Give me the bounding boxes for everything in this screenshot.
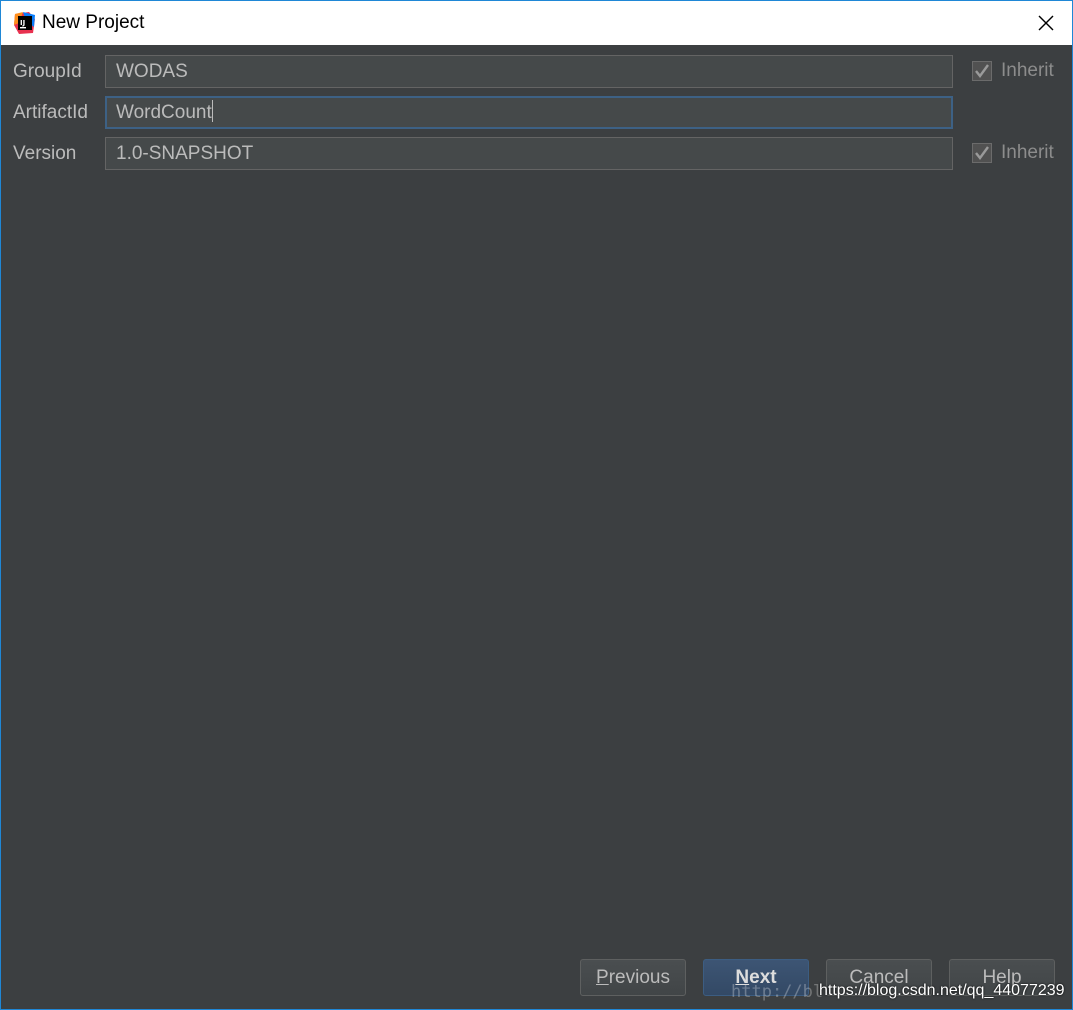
watermark-faint-text: http://bl	[731, 982, 824, 1002]
group-id-field[interactable]: WODAS	[105, 55, 953, 88]
watermark-text: https://blog.csdn.net/qq_44077239	[819, 982, 1065, 999]
previous-label: revious	[608, 967, 670, 988]
artifact-id-value: WordCount	[116, 102, 212, 123]
close-icon	[1038, 15, 1054, 31]
title-bar: IJ New Project	[1, 1, 1072, 45]
dialog-content: GroupId WODAS Inherit ArtifactId WordCou…	[1, 45, 1072, 1009]
close-button[interactable]	[1026, 3, 1066, 43]
group-id-inherit-label: Inherit	[1001, 60, 1054, 81]
svg-text:IJ: IJ	[20, 19, 25, 27]
previous-button[interactable]: Previous	[580, 959, 686, 996]
version-inherit-label: Inherit	[1001, 142, 1054, 163]
version-value: 1.0-SNAPSHOT	[116, 143, 254, 164]
checkmark-icon	[975, 64, 989, 78]
group-id-label: GroupId	[13, 61, 82, 82]
new-project-dialog: IJ New Project GroupId WODAS Inherit Art…	[0, 0, 1073, 1010]
group-id-inherit[interactable]: Inherit	[972, 59, 1054, 83]
group-id-inherit-checkbox[interactable]	[972, 61, 992, 81]
version-inherit[interactable]: Inherit	[972, 141, 1054, 165]
checkmark-icon	[975, 146, 989, 160]
version-field[interactable]: 1.0-SNAPSHOT	[105, 137, 953, 170]
window-title: New Project	[42, 12, 145, 33]
version-inherit-checkbox[interactable]	[972, 143, 992, 163]
group-id-value: WODAS	[116, 61, 188, 82]
artifact-id-label: ArtifactId	[13, 102, 88, 123]
intellij-idea-icon: IJ	[14, 12, 35, 34]
version-label: Version	[13, 143, 77, 164]
text-caret	[211, 100, 213, 122]
previous-mnemonic: P	[596, 967, 609, 988]
artifact-id-field[interactable]: WordCount	[105, 96, 953, 129]
